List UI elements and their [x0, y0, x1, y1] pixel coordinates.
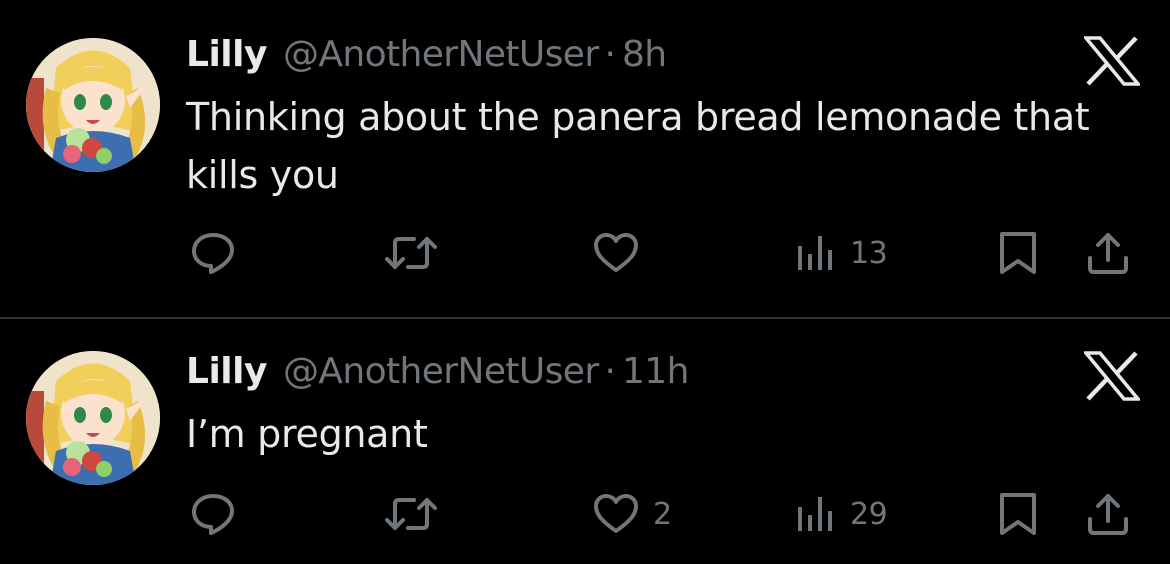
reply-button[interactable]: [190, 228, 250, 278]
share-icon: [1088, 494, 1128, 535]
reply-button[interactable]: [190, 489, 250, 539]
tweet-header: Lilly @AnotherNetUser · 8h: [186, 34, 667, 78]
avatar[interactable]: [26, 38, 160, 172]
view-count: 13: [850, 235, 888, 271]
author-handle[interactable]: @AnotherNetUser: [283, 34, 599, 75]
bookmark-button[interactable]: [997, 228, 1039, 278]
like-button[interactable]: [593, 228, 653, 278]
views-button[interactable]: 13: [794, 228, 888, 278]
views-button[interactable]: 29: [794, 489, 888, 539]
avatar[interactable]: [26, 351, 160, 485]
retweet-button[interactable]: [384, 228, 452, 278]
x-logo-icon: [1082, 351, 1142, 401]
like-button[interactable]: 2: [593, 489, 672, 539]
tweet[interactable]: Lilly @AnotherNetUser · 8h Thinking abou…: [0, 0, 1170, 318]
tweet-text: I’m pregnant: [186, 412, 428, 456]
retweet-icon: [385, 237, 437, 269]
heart-icon: [594, 494, 638, 533]
tweet-timestamp[interactable]: 8h: [622, 34, 667, 75]
tweet-timestamp[interactable]: 11h: [622, 351, 689, 392]
bookmark-button[interactable]: [997, 489, 1039, 539]
reply-icon: [192, 233, 234, 274]
like-count: 2: [653, 496, 672, 532]
retweet-icon: [385, 498, 437, 530]
tweet-actions: 13: [0, 228, 1170, 278]
views-icon: [798, 497, 832, 531]
author-handle[interactable]: @AnotherNetUser: [283, 351, 599, 392]
author-name[interactable]: Lilly: [186, 351, 267, 392]
tweet[interactable]: Lilly @AnotherNetUser · 11h I’m pregnant: [0, 319, 1170, 564]
tweet-actions: 2 29: [0, 489, 1170, 539]
retweet-button[interactable]: [384, 489, 452, 539]
tweet-text: Thinking about the panera bread lemonade…: [186, 95, 1090, 197]
author-name[interactable]: Lilly: [186, 34, 267, 75]
views-icon: [798, 236, 832, 270]
share-button[interactable]: [1085, 228, 1131, 278]
bookmark-icon: [1000, 493, 1036, 535]
x-logo-icon: [1082, 36, 1142, 86]
share-icon: [1088, 233, 1128, 274]
reply-icon: [192, 494, 234, 535]
bookmark-icon: [1000, 232, 1036, 274]
separator-dot: ·: [604, 34, 616, 75]
heart-icon: [594, 233, 638, 272]
tweet-header: Lilly @AnotherNetUser · 11h: [186, 351, 689, 395]
separator-dot: ·: [604, 351, 616, 392]
view-count: 29: [850, 496, 888, 532]
share-button[interactable]: [1085, 489, 1131, 539]
